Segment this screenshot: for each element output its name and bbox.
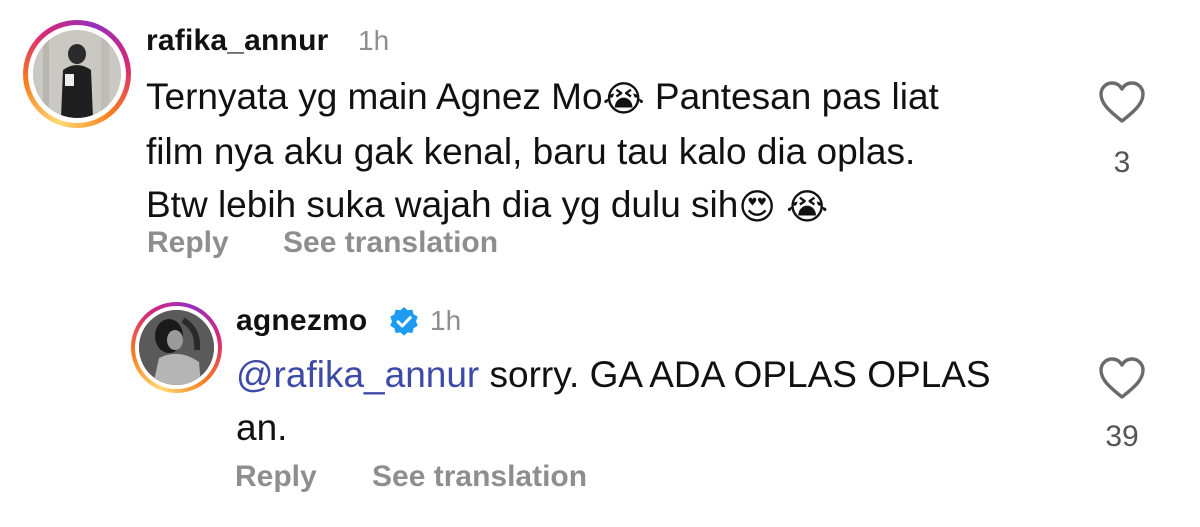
comment-text: @rafika_annur sorry. GA ADA OPLAS OPLAS … <box>236 354 991 448</box>
heart-outline-icon[interactable] <box>1098 356 1146 400</box>
mention-link[interactable]: @rafika_annur <box>236 354 479 395</box>
reply-button[interactable]: Reply <box>235 460 317 494</box>
like-count: 39 <box>1105 420 1139 453</box>
reply-comment: agnezmo 1h @rafika_annur sorry. GA ADA O… <box>0 0 1200 493</box>
verified-badge-icon <box>390 307 418 336</box>
see-translation-button[interactable]: See translation <box>372 460 587 494</box>
comment-username[interactable]: agnezmo <box>236 304 367 338</box>
avatar-photo <box>139 310 214 385</box>
comment-timestamp: 1h <box>430 305 462 336</box>
avatar[interactable] <box>131 302 222 393</box>
person-photo-icon <box>139 310 214 385</box>
